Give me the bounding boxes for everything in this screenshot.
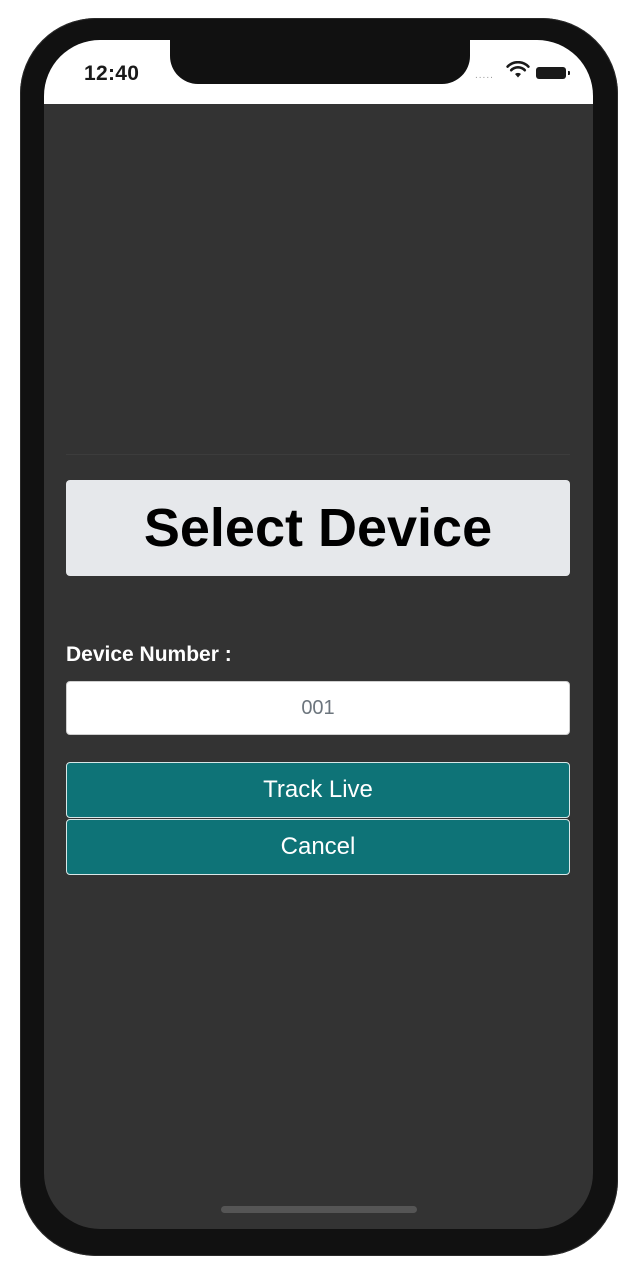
wifi-icon — [506, 61, 530, 78]
header-divider — [66, 454, 570, 455]
app-screen: 12:40 ..... Select Device Device Number … — [44, 40, 593, 1229]
cancel-button[interactable]: Cancel — [66, 819, 570, 875]
battery-icon — [536, 67, 570, 79]
track-live-button[interactable]: Track Live — [66, 762, 570, 818]
page-title: Select Device — [143, 498, 493, 558]
device-number-input[interactable] — [66, 681, 570, 735]
title-banner: Select Device — [66, 480, 570, 576]
signal-icon: ..... — [475, 70, 494, 81]
phone-frame: 12:40 ..... Select Device Device Number … — [20, 18, 618, 1256]
device-number-label: Device Number : — [66, 643, 232, 666]
notch — [170, 40, 470, 84]
home-indicator[interactable] — [221, 1206, 417, 1213]
status-time: 12:40 — [84, 62, 140, 85]
status-bar: 12:40 ..... — [44, 40, 593, 104]
